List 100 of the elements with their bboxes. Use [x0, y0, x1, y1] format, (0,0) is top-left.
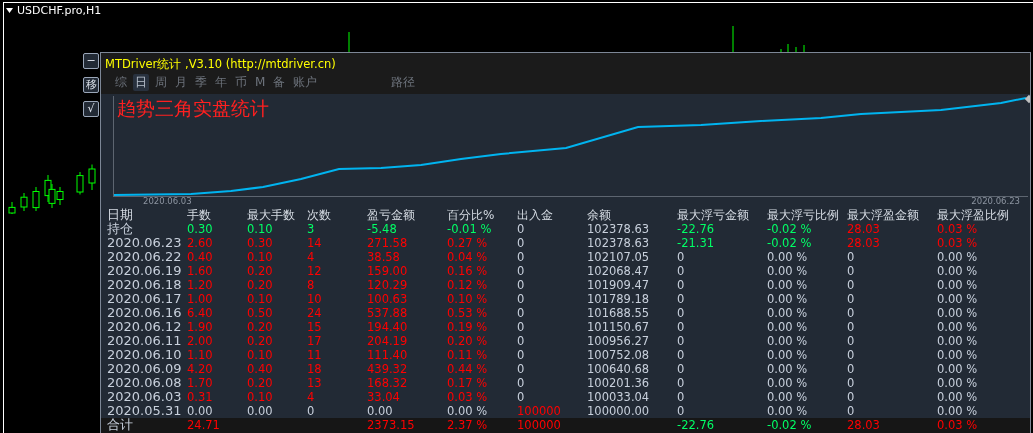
table-cell: 0.17 % — [447, 376, 488, 390]
table-cell: 0.00 % — [937, 348, 978, 362]
total-cell: 2.37 % — [447, 418, 488, 433]
table-cell: 0.03 % — [447, 390, 488, 404]
column-header: 百分比% — [447, 208, 495, 222]
view-tab[interactable]: 周 — [153, 74, 169, 91]
candlestick — [348, 31, 350, 54]
table-cell: 1.10 — [187, 348, 213, 362]
table-cell: 0 — [677, 292, 685, 306]
table-cell: 0.50 — [247, 306, 273, 320]
view-tab[interactable]: 币 — [233, 74, 249, 91]
table-cell: 0.20 — [247, 376, 273, 390]
view-tab[interactable]: 日 — [133, 74, 149, 91]
table-cell: 101150.67 — [587, 320, 650, 334]
table-cell: 18 — [307, 362, 322, 376]
table-cell: 0 — [677, 306, 685, 320]
table-cell: 0.10 — [247, 390, 273, 404]
table-cell: 持仓 — [107, 222, 133, 236]
table-cell: 168.32 — [367, 376, 408, 390]
view-tab[interactable]: 路径 — [389, 74, 418, 91]
column-header: 最大浮盈金额 — [847, 208, 919, 222]
table-cell: 0.00 % — [937, 278, 978, 292]
table-cell: 0 — [677, 250, 685, 264]
table-cell: 0.04 % — [447, 250, 488, 264]
table-cell: 102107.05 — [587, 250, 650, 264]
table-cell: 6.40 — [187, 306, 213, 320]
view-tab[interactable]: 账户 — [291, 74, 320, 91]
table-cell: 0.00 % — [937, 292, 978, 306]
table-cell: 0.30 — [187, 222, 213, 236]
table-cell: 1.00 — [187, 292, 213, 306]
panel-side-button[interactable]: − — [83, 53, 99, 69]
table-cell: 15 — [307, 320, 322, 334]
table-cell: 1.70 — [187, 376, 213, 390]
column-header: 次数 — [307, 208, 331, 222]
table-cell: 439.32 — [367, 362, 408, 376]
table-cell: 0 — [847, 362, 855, 376]
dropdown-triangle-icon[interactable] — [6, 8, 13, 13]
table-cell: 0 — [847, 334, 855, 348]
table-cell: 2020.06.08 — [107, 376, 182, 390]
view-tab[interactable]: 月 — [173, 74, 189, 91]
table-cell: 0 — [847, 278, 855, 292]
table-cell: 0.00 % — [767, 292, 808, 306]
table-cell: 0.00 % — [767, 404, 808, 418]
table-cell: 0.40 — [187, 250, 213, 264]
table-cell: 0 — [307, 404, 315, 418]
candlestick — [780, 48, 782, 54]
view-tab[interactable]: 综 — [113, 74, 129, 91]
table-cell: 0 — [517, 390, 525, 404]
table-cell: 101909.47 — [587, 278, 650, 292]
table-cell: 0.00 % — [937, 334, 978, 348]
total-cell: 合计 — [107, 418, 133, 433]
resize-handle[interactable] — [1024, 94, 1030, 104]
table-cell: 0 — [517, 292, 525, 306]
view-tab[interactable]: 年 — [213, 74, 229, 91]
chart-symbol-title: USDCHF.pro,H1 — [17, 4, 102, 17]
table-cell: 0.03 % — [937, 236, 978, 250]
table-cell: 2020.06.16 — [107, 306, 182, 320]
column-header: 手数 — [187, 208, 211, 222]
table-cell: 0.16 % — [447, 264, 488, 278]
table-cell: 0.00 % — [767, 348, 808, 362]
table-cell: 0.10 % — [447, 292, 488, 306]
view-tab[interactable]: 季 — [193, 74, 209, 91]
table-cell: 0.10 — [247, 348, 273, 362]
table-cell: 0 — [677, 334, 685, 348]
column-header: 盈亏金额 — [367, 208, 415, 222]
table-cell: 13 — [307, 376, 322, 390]
table-cell: 0.00 % — [767, 390, 808, 404]
table-cell: 204.19 — [367, 334, 408, 348]
table-cell: 0 — [847, 250, 855, 264]
table-cell: 100752.08 — [587, 348, 650, 362]
table-cell: 0.00 % — [767, 334, 808, 348]
table-cell: 102068.47 — [587, 264, 650, 278]
table-cell: 271.58 — [367, 236, 408, 250]
table-cell: 2020.06.18 — [107, 278, 182, 292]
table-cell: 102378.63 — [587, 222, 650, 236]
view-tab[interactable]: M — [253, 74, 268, 91]
x-axis-label: 2020.06.03 — [143, 196, 192, 206]
table-cell: 0.00 % — [767, 376, 808, 390]
table-cell: 2020.06.17 — [107, 292, 182, 306]
table-cell: 0 — [677, 390, 685, 404]
panel-side-button[interactable]: √ — [83, 101, 99, 117]
candlestick — [32, 186, 40, 212]
table-cell: 0.03 % — [937, 222, 978, 236]
table-cell: 0 — [517, 278, 525, 292]
table-cell: 33.04 — [367, 390, 400, 404]
view-tab[interactable]: 备 — [271, 74, 288, 91]
table-cell: 100201.36 — [587, 376, 650, 390]
table-cell: 4 — [307, 250, 315, 264]
table-cell: 100956.27 — [587, 334, 650, 348]
table-cell: -21.31 — [677, 236, 715, 250]
column-header: 最大浮亏比例 — [767, 208, 839, 222]
table-cell: 0.19 % — [447, 320, 488, 334]
table-cell: 0 — [847, 292, 855, 306]
table-cell: 0 — [847, 404, 855, 418]
table-cell: 0.30 — [247, 236, 273, 250]
table-cell: -22.76 — [677, 222, 715, 236]
panel-side-button[interactable]: 移 — [83, 77, 99, 93]
table-cell: 0.20 % — [447, 334, 488, 348]
table-cell: 100033.04 — [587, 390, 650, 404]
table-cell: 0 — [677, 264, 685, 278]
